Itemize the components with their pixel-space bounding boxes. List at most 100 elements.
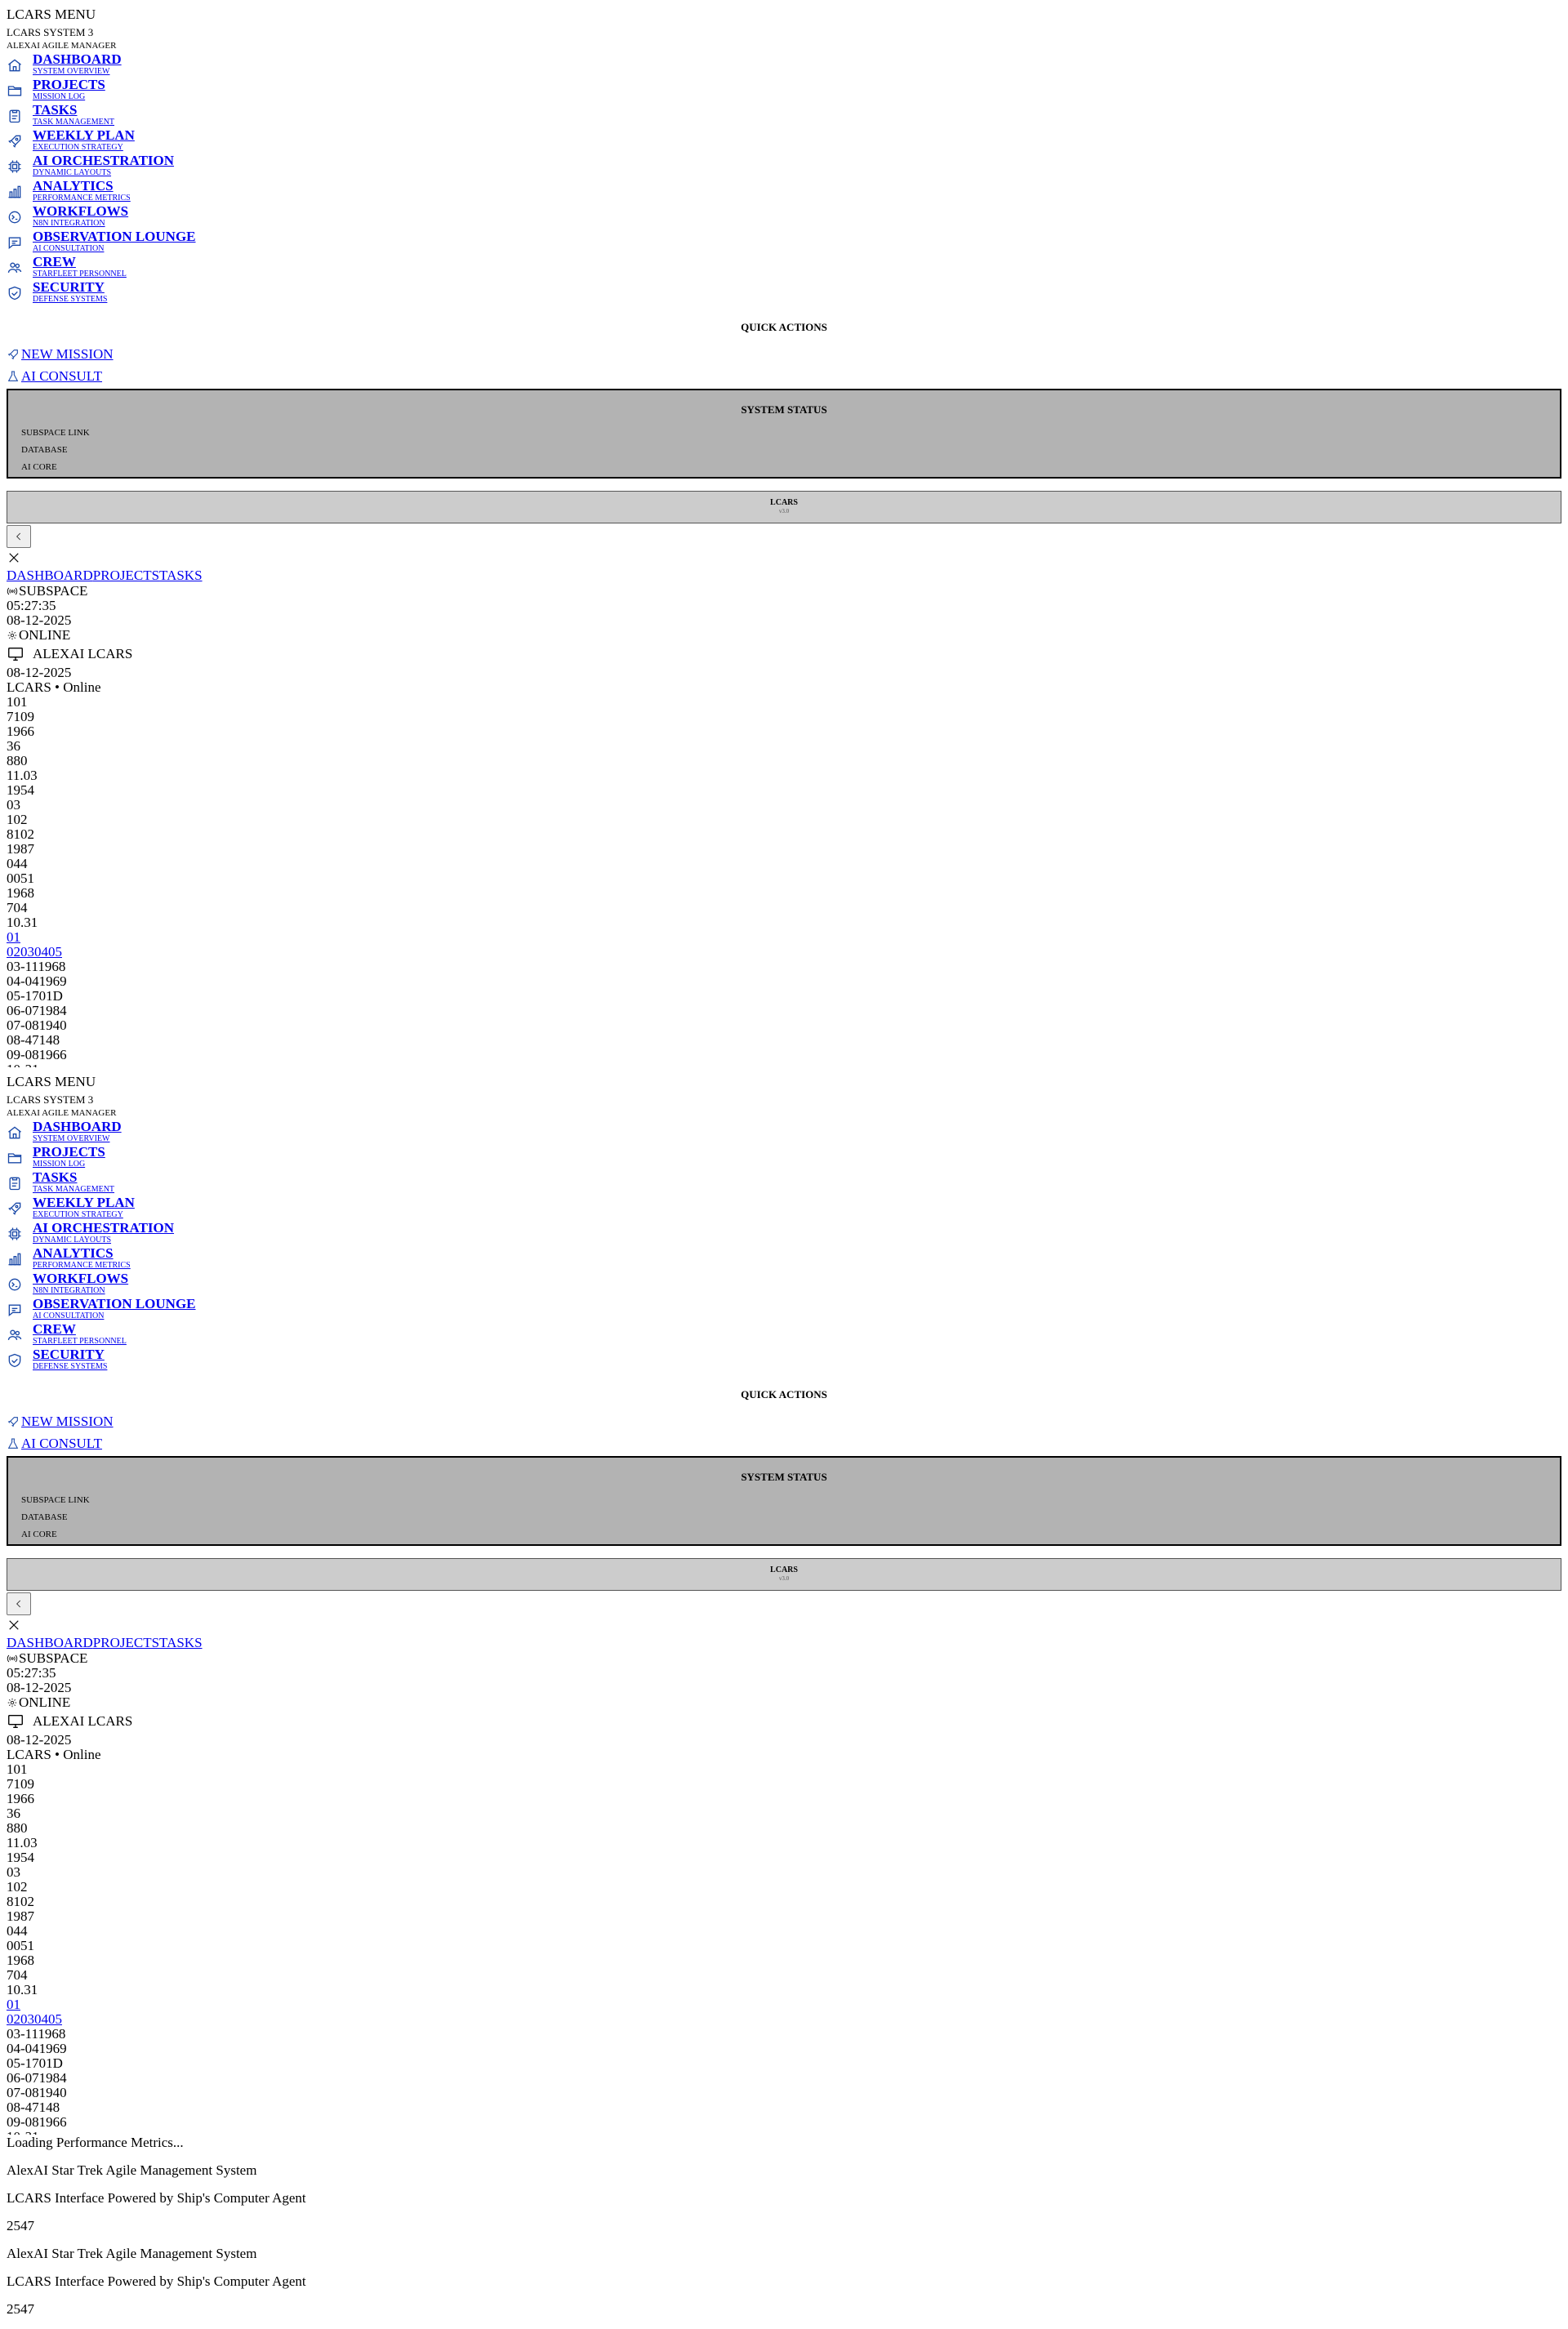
sidebar-item-tasks[interactable]: TASKS TASK MANAGEMENT bbox=[7, 1170, 1561, 1196]
clock-date: 08-12-2025 bbox=[7, 1680, 72, 1695]
nav-number-02[interactable]: 02 bbox=[7, 945, 20, 960]
nav-number-01[interactable]: 01 bbox=[7, 930, 1561, 945]
sidebar-item-workflows[interactable]: WORKFLOWS N8N INTEGRATION bbox=[7, 204, 1561, 229]
nav-number-05[interactable]: 05 bbox=[48, 945, 62, 960]
breadcrumb-projects[interactable]: PROJECTS bbox=[93, 1635, 159, 1650]
chevron-left-icon bbox=[16, 1600, 21, 1608]
readout-value: 1968 bbox=[7, 885, 34, 901]
breadcrumb-tasks[interactable]: TASKS bbox=[159, 1635, 203, 1650]
sidebar-item-sub[interactable]: DYNAMIC LAYOUTS bbox=[33, 168, 174, 178]
sidebar-item-sub[interactable]: TASK MANAGEMENT bbox=[33, 118, 114, 127]
sidebar-item-label[interactable]: SECURITY bbox=[33, 1347, 107, 1362]
sidebar-item-label[interactable]: CREW bbox=[33, 1322, 127, 1337]
nav-number-05[interactable]: 05 bbox=[48, 2012, 62, 2027]
sidebar-item-label[interactable]: ANALYTICS bbox=[33, 179, 131, 194]
sidebar-item-crew[interactable]: CREW STARFLEET PERSONNEL bbox=[7, 255, 1561, 280]
sidebar-item-sub[interactable]: AI CONSULTATION bbox=[33, 1311, 196, 1321]
breadcrumb: DASHBOARDPROJECTSTASKS bbox=[7, 1635, 1561, 1651]
nav-number-04[interactable]: 04 bbox=[34, 945, 48, 960]
sidebar-item-analytics[interactable]: ANALYTICS PERFORMANCE METRICS bbox=[7, 1246, 1561, 1271]
sidebar-item-label[interactable]: WEEKLY PLAN bbox=[33, 128, 135, 143]
sidebar-item-sub[interactable]: AI CONSULTATION bbox=[33, 244, 196, 254]
readout-value: 704 bbox=[7, 1967, 28, 1983]
sidebar-item-label[interactable]: CREW bbox=[33, 255, 127, 269]
flask-icon bbox=[7, 370, 19, 381]
online-indicator: ONLINE bbox=[7, 1695, 1561, 1710]
collapse-sidebar-button[interactable] bbox=[7, 525, 31, 548]
sidebar-item-security[interactable]: SECURITY DEFENSE SYSTEMS bbox=[7, 1347, 1561, 1373]
sidebar-item-sub[interactable]: STARFLEET PERSONNEL bbox=[33, 269, 127, 279]
sidebar-item-label[interactable]: WEEKLY PLAN bbox=[33, 1196, 135, 1210]
code-entry: 08-47148 bbox=[7, 1032, 60, 1048]
sidebar-item-sub[interactable]: DEFENSE SYSTEMS bbox=[33, 1362, 107, 1372]
sidebar-item-label[interactable]: OBSERVATION LOUNGE bbox=[33, 229, 196, 244]
sidebar-item-observation-lounge[interactable]: OBSERVATION LOUNGE AI CONSULTATION bbox=[7, 1297, 1561, 1322]
new-mission-button[interactable]: NEW MISSION bbox=[7, 1410, 1561, 1432]
sidebar-item-sub[interactable]: MISSION LOG bbox=[33, 92, 105, 102]
sidebar-item-label[interactable]: ANALYTICS bbox=[33, 1246, 131, 1261]
readout-value: 704 bbox=[7, 900, 28, 915]
sidebar-item-label[interactable]: TASKS bbox=[33, 103, 114, 118]
sidebar-item-label[interactable]: OBSERVATION LOUNGE bbox=[33, 1297, 196, 1311]
collapse-sidebar-button[interactable] bbox=[7, 1592, 31, 1615]
sidebar-item-sub[interactable]: MISSION LOG bbox=[33, 1160, 105, 1169]
sidebar-item-security[interactable]: SECURITY DEFENSE SYSTEMS bbox=[7, 280, 1561, 305]
readout-value: 7109 bbox=[7, 1776, 34, 1792]
sidebar-item-sub[interactable]: PERFORMANCE METRICS bbox=[33, 194, 131, 203]
sidebar-item-label[interactable]: DASHBOARD bbox=[33, 52, 122, 67]
sidebar-item-weekly-plan[interactable]: WEEKLY PLAN EXECUTION STRATEGY bbox=[7, 1196, 1561, 1221]
new-mission-button[interactable]: NEW MISSION bbox=[7, 343, 1561, 365]
user-menu[interactable]: ALEXAI LCARS bbox=[7, 643, 1561, 666]
sidebar-item-sub[interactable]: TASK MANAGEMENT bbox=[33, 1185, 114, 1195]
sidebar-item-projects[interactable]: PROJECTS MISSION LOG bbox=[7, 78, 1561, 103]
code-entry: 05-1701D bbox=[7, 2055, 63, 2071]
sidebar-item-label[interactable]: WORKFLOWS bbox=[33, 1271, 128, 1286]
ai-consult-button[interactable]: AI CONSULT bbox=[7, 365, 1561, 387]
sidebar-item-label[interactable]: AI ORCHESTRATION bbox=[33, 154, 174, 168]
user-name: ALEXAI LCARS bbox=[33, 1713, 133, 1729]
sidebar-item-label[interactable]: TASKS bbox=[33, 1170, 114, 1185]
user-menu[interactable]: ALEXAI LCARS bbox=[7, 1710, 1561, 1733]
sidebar-item-projects[interactable]: PROJECTS MISSION LOG bbox=[7, 1145, 1561, 1170]
breadcrumb-projects[interactable]: PROJECTS bbox=[93, 568, 159, 583]
sidebar-item-ai-orchestration[interactable]: AI ORCHESTRATION DYNAMIC LAYOUTS bbox=[7, 1221, 1561, 1246]
sidebar-item-sub[interactable]: PERFORMANCE METRICS bbox=[33, 1261, 131, 1271]
sidebar-item-sub[interactable]: EXECUTION STRATEGY bbox=[33, 1210, 135, 1220]
sidebar-item-sub[interactable]: DYNAMIC LAYOUTS bbox=[33, 1236, 174, 1245]
sidebar-item-label[interactable]: PROJECTS bbox=[33, 78, 105, 92]
breadcrumb-dashboard[interactable]: DASHBOARD bbox=[7, 568, 93, 583]
status-row-ai-core: AI CORE bbox=[21, 1530, 57, 1539]
nav-number-01[interactable]: 01 bbox=[7, 1997, 1561, 2012]
close-button[interactable] bbox=[7, 1615, 1561, 1635]
breadcrumb-tasks[interactable]: TASKS bbox=[159, 568, 203, 583]
sidebar-item-analytics[interactable]: ANALYTICS PERFORMANCE METRICS bbox=[7, 179, 1561, 204]
sidebar-item-workflows[interactable]: WORKFLOWS N8N INTEGRATION bbox=[7, 1271, 1561, 1297]
clock-date: 08-12-2025 bbox=[7, 612, 72, 628]
sidebar-item-label[interactable]: WORKFLOWS bbox=[33, 204, 128, 219]
sidebar-item-label[interactable]: DASHBOARD bbox=[33, 1120, 122, 1134]
nav-number-04[interactable]: 04 bbox=[34, 2012, 48, 2027]
sidebar-item-label[interactable]: PROJECTS bbox=[33, 1145, 105, 1160]
sidebar-item-sub[interactable]: STARFLEET PERSONNEL bbox=[33, 1337, 127, 1347]
sidebar-item-dashboard[interactable]: DASHBOARD SYSTEM OVERVIEW bbox=[7, 52, 1561, 78]
nav-number-02[interactable]: 02 bbox=[7, 2012, 20, 2027]
sidebar-item-sub[interactable]: EXECUTION STRATEGY bbox=[33, 143, 135, 153]
sidebar-item-sub[interactable]: DEFENSE SYSTEMS bbox=[33, 295, 107, 305]
sidebar-item-weekly-plan[interactable]: WEEKLY PLAN EXECUTION STRATEGY bbox=[7, 128, 1561, 154]
sidebar-item-sub[interactable]: SYSTEM OVERVIEW bbox=[33, 67, 122, 77]
sidebar-item-label[interactable]: AI ORCHESTRATION bbox=[33, 1221, 174, 1236]
sidebar-item-crew[interactable]: CREW STARFLEET PERSONNEL bbox=[7, 1322, 1561, 1347]
ai-consult-button[interactable]: AI CONSULT bbox=[7, 1432, 1561, 1454]
sidebar-item-sub[interactable]: SYSTEM OVERVIEW bbox=[33, 1134, 122, 1144]
sidebar-item-sub[interactable]: N8N INTEGRATION bbox=[33, 1286, 128, 1296]
sidebar-item-observation-lounge[interactable]: OBSERVATION LOUNGE AI CONSULTATION bbox=[7, 229, 1561, 255]
nav-number-03[interactable]: 03 bbox=[20, 945, 34, 960]
sidebar-item-dashboard[interactable]: DASHBOARD SYSTEM OVERVIEW bbox=[7, 1120, 1561, 1145]
sidebar-item-ai-orchestration[interactable]: AI ORCHESTRATION DYNAMIC LAYOUTS bbox=[7, 154, 1561, 179]
sidebar-item-tasks[interactable]: TASKS TASK MANAGEMENT bbox=[7, 103, 1561, 128]
nav-number-03[interactable]: 03 bbox=[20, 2012, 34, 2027]
breadcrumb-dashboard[interactable]: DASHBOARD bbox=[7, 1635, 93, 1650]
close-button[interactable] bbox=[7, 548, 1561, 568]
sidebar-item-sub[interactable]: N8N INTEGRATION bbox=[33, 219, 128, 229]
sidebar-item-label[interactable]: SECURITY bbox=[33, 280, 107, 295]
